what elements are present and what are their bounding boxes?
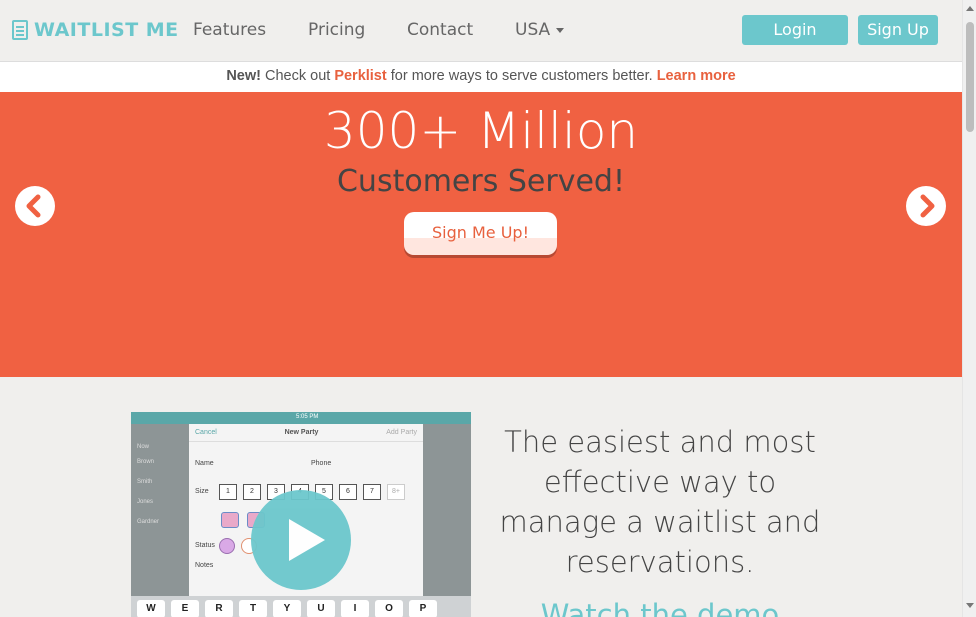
chevron-left-icon [26,194,41,218]
announcement-text-before: Check out [260,68,335,84]
status-label: Status [195,542,215,549]
size-option: 2 [243,484,261,500]
carousel-next-button[interactable] [906,186,946,226]
key: I [341,600,369,617]
new-label: New! [226,68,261,84]
scroll-up-icon[interactable] [966,6,974,11]
logo[interactable]: WAITLIST ME [12,18,179,42]
list-item: Jones [137,499,154,505]
key: W [137,600,165,617]
country-label: USA [515,20,551,40]
device-status-bar: 5:05 PM [131,412,471,424]
nav-contact-link[interactable]: Contact [407,20,473,40]
size-option: 7 [363,484,381,500]
list-item: Now [137,444,150,450]
page-scrollbar[interactable] [962,0,976,617]
scroll-down-icon[interactable] [966,603,974,608]
size-label: Size [195,488,209,495]
carousel-prev-button[interactable] [15,186,55,226]
device-keyboard: W E R T Y U I O P [131,596,471,617]
hero-subheadline: Customers Served! [336,164,625,199]
form-title: New Party [284,429,319,436]
announcement-bar: New! Check out Perklist for more ways to… [0,61,962,92]
list-item: Smith [137,479,153,485]
cancel-label: Cancel [195,429,217,436]
key: P [409,600,437,617]
announcement-text-after: for more ways to serve customers better. [386,68,657,84]
list-item: Brown [137,459,155,465]
play-icon[interactable] [251,490,351,590]
demo-video[interactable]: 5:05 PM Now Brown Smith Jones Gardner Ca… [131,412,471,617]
country-dropdown[interactable]: USA [515,20,565,40]
hero-headline: 300+ Million [323,102,639,160]
form-header: Cancel New Party Add Party [189,424,423,442]
status-dot-icon [219,538,235,554]
perklist-link[interactable]: Perklist [334,68,386,84]
device-right-column [423,424,471,604]
notes-label: Notes [195,562,214,569]
hero-carousel: 300+ Million Customers Served! Sign Me U… [0,92,962,377]
signup-button[interactable]: Sign Up [858,15,938,45]
key: E [171,600,199,617]
feature-tagline: The easiest and most effective way to ma… [499,425,821,579]
top-nav: WAITLIST ME Features Pricing Contact USA… [0,0,962,61]
scroll-thumb[interactable] [966,22,974,132]
key: Y [273,600,301,617]
clipboard-icon [12,20,28,40]
size-option: 6 [339,484,357,500]
name-label: Name [195,460,214,467]
chevron-right-icon [920,194,935,218]
waitlist-sidebar: Now Brown Smith Jones Gardner [131,424,189,604]
size-option: 1 [219,484,237,500]
caret-down-icon [556,27,565,33]
sign-me-up-button[interactable]: Sign Me Up! [404,212,557,255]
key: O [375,600,403,617]
party-icon [221,512,239,528]
list-item: Gardner [137,519,160,525]
key: U [307,600,335,617]
phone-label: Phone [311,460,332,467]
learn-more-link[interactable]: Learn more [657,68,736,84]
status-time: 5:05 PM [296,414,319,420]
nav-pricing-link[interactable]: Pricing [308,20,365,40]
add-party-label: Add Party [386,429,417,436]
logo-text: WAITLIST ME [34,19,179,41]
key: R [205,600,233,617]
key: T [239,600,267,617]
watch-demo-link[interactable]: Watch the demo [490,598,830,617]
size-option: 8+ [387,484,405,500]
login-button[interactable]: Login [742,15,848,45]
nav-features-link[interactable]: Features [193,20,266,40]
